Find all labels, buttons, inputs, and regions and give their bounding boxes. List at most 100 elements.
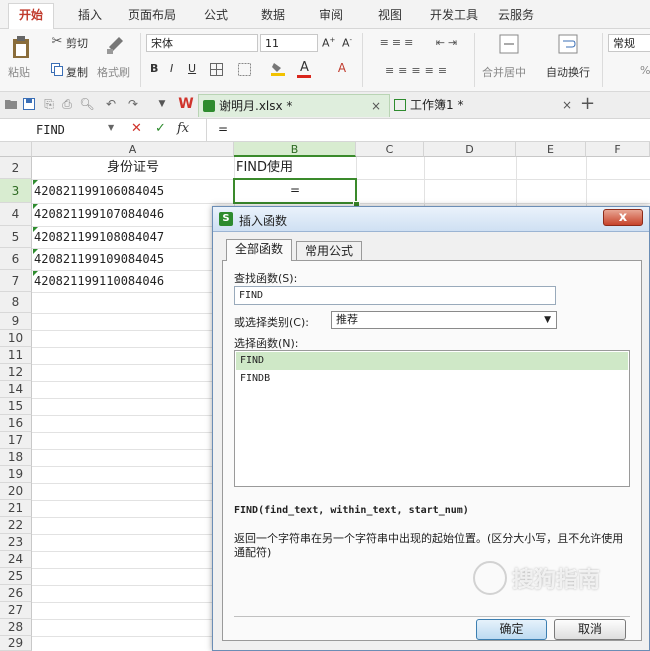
doc-tab-close-icon[interactable]: × <box>371 95 381 118</box>
row-header[interactable]: 18 <box>0 449 32 466</box>
row-header[interactable]: 28 <box>0 619 32 636</box>
formula-input[interactable]: = <box>218 122 228 136</box>
row-header[interactable]: 8 <box>0 292 32 313</box>
row-header[interactable]: 2 <box>0 157 32 179</box>
row-header[interactable]: 6 <box>0 248 32 270</box>
doc-tab[interactable]: 工作簿1 * × <box>390 94 580 117</box>
cell-a5[interactable]: 420821199108084047 <box>34 226 232 248</box>
tab-formulas[interactable]: 公式 <box>204 6 228 23</box>
tab-home[interactable]: 开始 <box>8 3 55 30</box>
column-header-d[interactable]: D <box>424 142 516 157</box>
tab-all-functions[interactable]: 全部函数 <box>226 239 293 261</box>
row-header[interactable]: 3 <box>0 179 32 203</box>
row-header[interactable]: 5 <box>0 226 32 248</box>
row-header[interactable]: 29 <box>0 636 32 651</box>
tab-data[interactable]: 数据 <box>261 6 285 23</box>
copy-icon[interactable] <box>50 62 64 76</box>
row-header[interactable]: 14 <box>0 381 32 398</box>
cell-style-icon[interactable] <box>236 62 252 76</box>
customize-arrow-icon[interactable]: ▼ <box>156 98 168 110</box>
row-header[interactable]: 16 <box>0 415 32 432</box>
active-cell-b3[interactable]: = <box>233 178 357 204</box>
cell-b2[interactable]: FIND使用 <box>236 157 354 179</box>
column-header-e[interactable]: E <box>516 142 586 157</box>
tab-cloud[interactable]: 云服务 <box>498 6 534 23</box>
column-header-c[interactable]: C <box>356 142 424 157</box>
bold-button[interactable]: B <box>150 62 158 75</box>
dialog-title-bar[interactable]: S 插入函数 x <box>213 207 649 232</box>
tab-view[interactable]: 视图 <box>378 6 402 23</box>
row-header[interactable]: 10 <box>0 330 32 347</box>
doc-tab-close-icon[interactable]: × <box>562 94 572 117</box>
confirm-formula-icon[interactable]: ✓ <box>155 121 166 136</box>
cancel-formula-icon[interactable]: ✕ <box>131 121 142 136</box>
tab-page-layout[interactable]: 页面布局 <box>128 6 176 23</box>
row-header[interactable]: 11 <box>0 347 32 364</box>
open-folder-icon[interactable] <box>4 97 18 111</box>
name-box[interactable]: FIND <box>0 120 118 140</box>
row-header[interactable]: 24 <box>0 551 32 568</box>
new-tab-button[interactable]: + <box>580 93 595 114</box>
vertical-align-icons[interactable]: ≡≡≡ <box>368 35 428 49</box>
name-box-dropdown-icon[interactable]: ▼ <box>108 123 114 132</box>
grow-font-icon[interactable]: A+ <box>322 36 335 50</box>
row-header[interactable]: 25 <box>0 568 32 585</box>
paste-icon[interactable] <box>10 34 32 60</box>
cell-a7[interactable]: 420821199110084046 <box>34 270 232 292</box>
font-color-button[interactable]: A <box>300 60 309 75</box>
row-header[interactable]: 12 <box>0 364 32 381</box>
dialog-close-button[interactable]: x <box>603 209 643 226</box>
row-header[interactable]: 15 <box>0 398 32 415</box>
tab-common-formulas[interactable]: 常用公式 <box>296 241 363 260</box>
column-header-a[interactable]: A <box>32 142 234 157</box>
scissors-icon[interactable]: ✂ <box>50 34 64 49</box>
undo-icon[interactable]: ↶ <box>104 97 118 111</box>
function-item-find[interactable]: FIND <box>236 352 628 370</box>
print-icon[interactable]: ⎙ <box>60 97 74 111</box>
format-painter-icon[interactable] <box>104 33 128 55</box>
font-size-select[interactable]: 11 <box>260 34 318 52</box>
wrap-text-icon[interactable] <box>557 33 579 55</box>
print-preview-icon[interactable]: 🔍︎ <box>79 97 94 111</box>
tab-review[interactable]: 审阅 <box>319 6 343 23</box>
tab-developer[interactable]: 开发工具 <box>430 6 478 23</box>
indent-icons[interactable]: ⇤⇥ <box>430 35 466 49</box>
ok-button[interactable]: 确定 <box>476 619 547 640</box>
font-name-select[interactable]: 宋体 <box>146 34 258 52</box>
function-list[interactable]: FIND FINDB <box>234 350 630 487</box>
cell-a2[interactable]: 身份证号 <box>34 157 232 179</box>
save-icon[interactable] <box>22 97 36 111</box>
wrap-text-label[interactable]: 自动换行 <box>546 64 590 80</box>
column-header-b[interactable]: B <box>234 142 356 157</box>
number-format-select[interactable]: 常规 <box>608 34 650 52</box>
cut-label[interactable]: 剪切 <box>66 35 88 51</box>
row-header[interactable]: 22 <box>0 517 32 534</box>
row-header[interactable]: 23 <box>0 534 32 551</box>
cell-a4[interactable]: 420821199107084046 <box>34 203 232 226</box>
tab-insert[interactable]: 插入 <box>78 6 102 23</box>
percent-button[interactable]: % <box>640 64 650 77</box>
border-icon[interactable] <box>208 62 224 76</box>
select-all-corner[interactable] <box>0 142 32 157</box>
row-header[interactable]: 21 <box>0 500 32 517</box>
wps-logo-icon[interactable]: W <box>178 96 194 112</box>
cancel-button[interactable]: 取消 <box>554 619 626 640</box>
row-header[interactable]: 27 <box>0 602 32 619</box>
row-header[interactable]: 20 <box>0 483 32 500</box>
function-item-findb[interactable]: FINDB <box>236 370 628 388</box>
row-header[interactable]: 19 <box>0 466 32 483</box>
insert-function-icon[interactable]: fx <box>177 121 189 136</box>
row-header[interactable]: 17 <box>0 432 32 449</box>
redo-icon[interactable]: ↷ <box>126 97 140 111</box>
format-painter-label[interactable]: 格式刷 <box>97 64 130 80</box>
category-select[interactable]: 推荐 ▼ <box>331 311 557 329</box>
horizontal-align-icons[interactable]: ≡≡≡≡≡ <box>368 63 468 77</box>
fill-color-icon[interactable] <box>270 60 286 76</box>
export-icon[interactable]: ⎘ <box>42 97 56 111</box>
copy-label[interactable]: 复制 <box>66 64 88 80</box>
row-header[interactable]: 7 <box>0 270 32 292</box>
merge-center-label[interactable]: 合并居中 <box>482 64 526 80</box>
merge-center-icon[interactable] <box>498 33 520 55</box>
row-header[interactable]: 4 <box>0 203 32 226</box>
shrink-font-icon[interactable]: A- <box>342 36 352 50</box>
